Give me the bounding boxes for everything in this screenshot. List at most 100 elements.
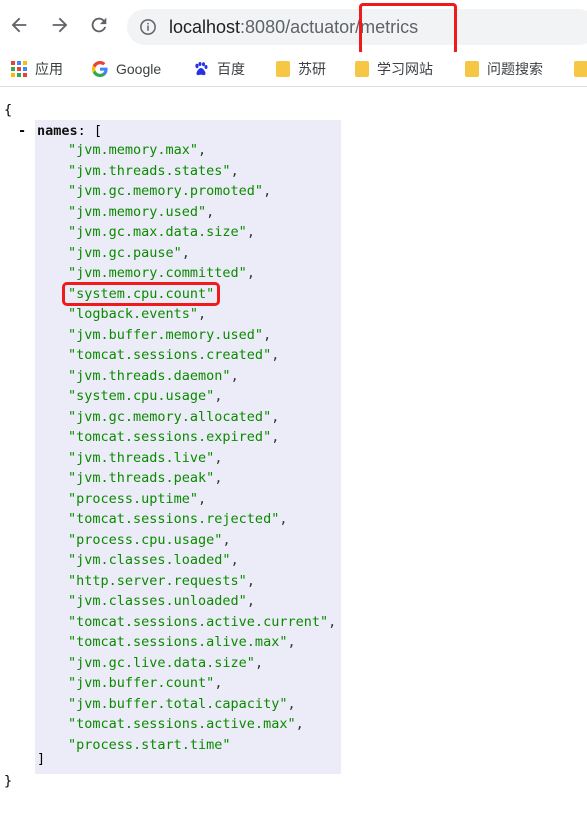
json-string-item: "logback.events", [68,304,336,325]
json-string-item: "process.cpu.usage", [68,530,336,551]
json-comma: , [230,367,239,384]
json-comma: , [271,408,280,425]
json-string-item: "jvm.threads.daemon", [68,366,336,387]
json-comma: , [271,429,280,445]
json-string-value: "jvm.memory.committed" [68,265,247,281]
folder-icon [465,61,479,77]
json-string-value: "jvm.memory.used" [68,203,207,220]
back-arrow-icon [11,17,27,33]
json-comma: , [230,552,239,568]
bookmark-folder-study-sites[interactable]: 学习网站 [355,58,433,80]
json-comma: , [198,142,207,158]
forward-button[interactable] [47,12,73,38]
json-string-item: "process.uptime", [68,489,336,510]
json-string-item: "process.start.time" [68,735,336,756]
json-string-value: "process.cpu.usage" [68,531,223,548]
json-string-item: "tomcat.sessions.alive.max", [68,632,336,653]
json-string-item: "jvm.threads.live", [68,448,336,469]
bookmark-baidu[interactable]: 百度 [193,58,245,80]
json-comma: , [246,572,255,589]
json-string-value: "jvm.memory.max" [68,142,199,158]
forward-arrow-icon [52,17,68,33]
browser-toolbar: localhost:8080/actuator/metrics [0,0,587,55]
json-string-value: "process.start.time" [68,736,231,753]
json-string-value: "tomcat.sessions.active.max" [68,716,296,732]
json-comma: , [230,162,239,179]
json-string-item: "jvm.memory.committed", [68,263,336,284]
system-cpu-count-highlight-box [62,282,220,306]
bookmark-folder-problem-search[interactable]: 问题搜索 [465,58,543,80]
back-button[interactable] [6,12,32,38]
json-string-value: "logback.events" [68,306,199,322]
json-string-item: "jvm.buffer.count", [68,673,336,694]
json-string-item: "tomcat.sessions.created", [68,345,336,366]
json-close-bracket: ] [37,751,46,767]
json-string-value: "jvm.classes.loaded" [68,552,231,568]
bookmark-label: 问题搜索 [487,61,543,77]
json-comma: , [271,347,280,363]
json-comma: , [254,654,264,671]
json-string-value: "tomcat.sessions.created" [68,347,272,363]
json-string-value: "jvm.threads.daemon" [68,367,231,384]
json-comma: , [181,244,190,261]
bookmark-label: Google [116,61,162,77]
json-string-value: "jvm.threads.peak" [68,470,215,486]
json-comma: , [222,531,231,548]
google-icon [92,61,108,77]
url-host: localhost [169,17,241,37]
json-string-item: "jvm.gc.memory.promoted", [68,181,336,202]
bookmark-label: 百度 [217,61,245,77]
json-comma: , [246,224,255,240]
collapse-toggle[interactable]: - [18,123,26,139]
json-open-brace: { [4,102,13,118]
json-comma: , [328,613,337,630]
bookmark-google[interactable]: Google [92,58,161,80]
address-bar[interactable]: localhost:8080/actuator/metrics [127,9,587,45]
json-string-item: "jvm.memory.max", [68,140,336,161]
reload-button[interactable] [86,12,112,38]
apps-grid-icon [11,61,27,77]
folder-icon [574,61,587,77]
json-string-value: "jvm.threads.states" [68,162,231,179]
json-comma: , [263,183,272,199]
json-comma: , [214,470,223,486]
folder-icon [355,61,369,77]
json-string-value: "jvm.gc.memory.allocated" [68,408,272,425]
json-string-item: "jvm.gc.memory.allocated", [68,407,336,428]
json-string-item: "jvm.classes.loaded", [68,550,336,571]
json-string-value: "jvm.gc.memory.promoted" [68,183,264,199]
bookmark-label: 应用 [35,61,63,77]
json-string-value: "jvm.buffer.total.capacity" [68,695,288,712]
json-comma: , [279,511,288,527]
folder-icon [276,61,290,77]
json-string-item: "http.server.requests", [68,571,336,592]
json-comma: , [246,265,255,281]
json-string-value: "tomcat.sessions.alive.max" [68,634,288,650]
json-string-value: "jvm.threads.live" [68,449,215,466]
json-string-value: "jvm.buffer.memory.used" [68,326,264,343]
json-comma: , [214,675,223,691]
json-string-item: "jvm.classes.unloaded", [68,591,336,612]
json-close-brace: } [4,773,13,789]
bookmark-folder-overflow[interactable] [574,58,587,80]
metrics-highlight-box [359,3,457,55]
info-icon[interactable] [139,18,157,36]
json-viewer: { - names: [ "jvm.memory.max", "jvm.threa… [0,94,587,832]
json-string-value: "jvm.gc.live.data.size" [68,654,255,671]
bookmark-folder-suyan[interactable]: 苏研 [276,58,326,80]
json-comma: , [295,716,304,732]
json-string-value: "jvm.gc.max.data.size" [68,224,247,240]
json-string-value: "http.server.requests" [68,572,247,589]
json-string-item: "tomcat.sessions.rejected", [68,509,336,530]
bookmark-label: 学习网站 [377,61,433,77]
json-string-item: "system.cpu.usage", [68,386,336,407]
names-list: "jvm.memory.max", "jvm.threads.states", "j… [68,140,336,755]
json-string-value: "jvm.gc.pause" [68,244,182,261]
baidu-paw-icon [195,62,208,76]
json-string-item: "tomcat.sessions.expired", [68,427,336,448]
json-string-item: "jvm.gc.max.data.size", [68,222,336,243]
json-string-item: "jvm.memory.used", [68,202,336,223]
json-string-value: "tomcat.sessions.expired" [68,429,272,445]
json-string-value: "jvm.buffer.count" [68,675,215,691]
bookmark-apps[interactable]: 应用 [11,58,63,80]
